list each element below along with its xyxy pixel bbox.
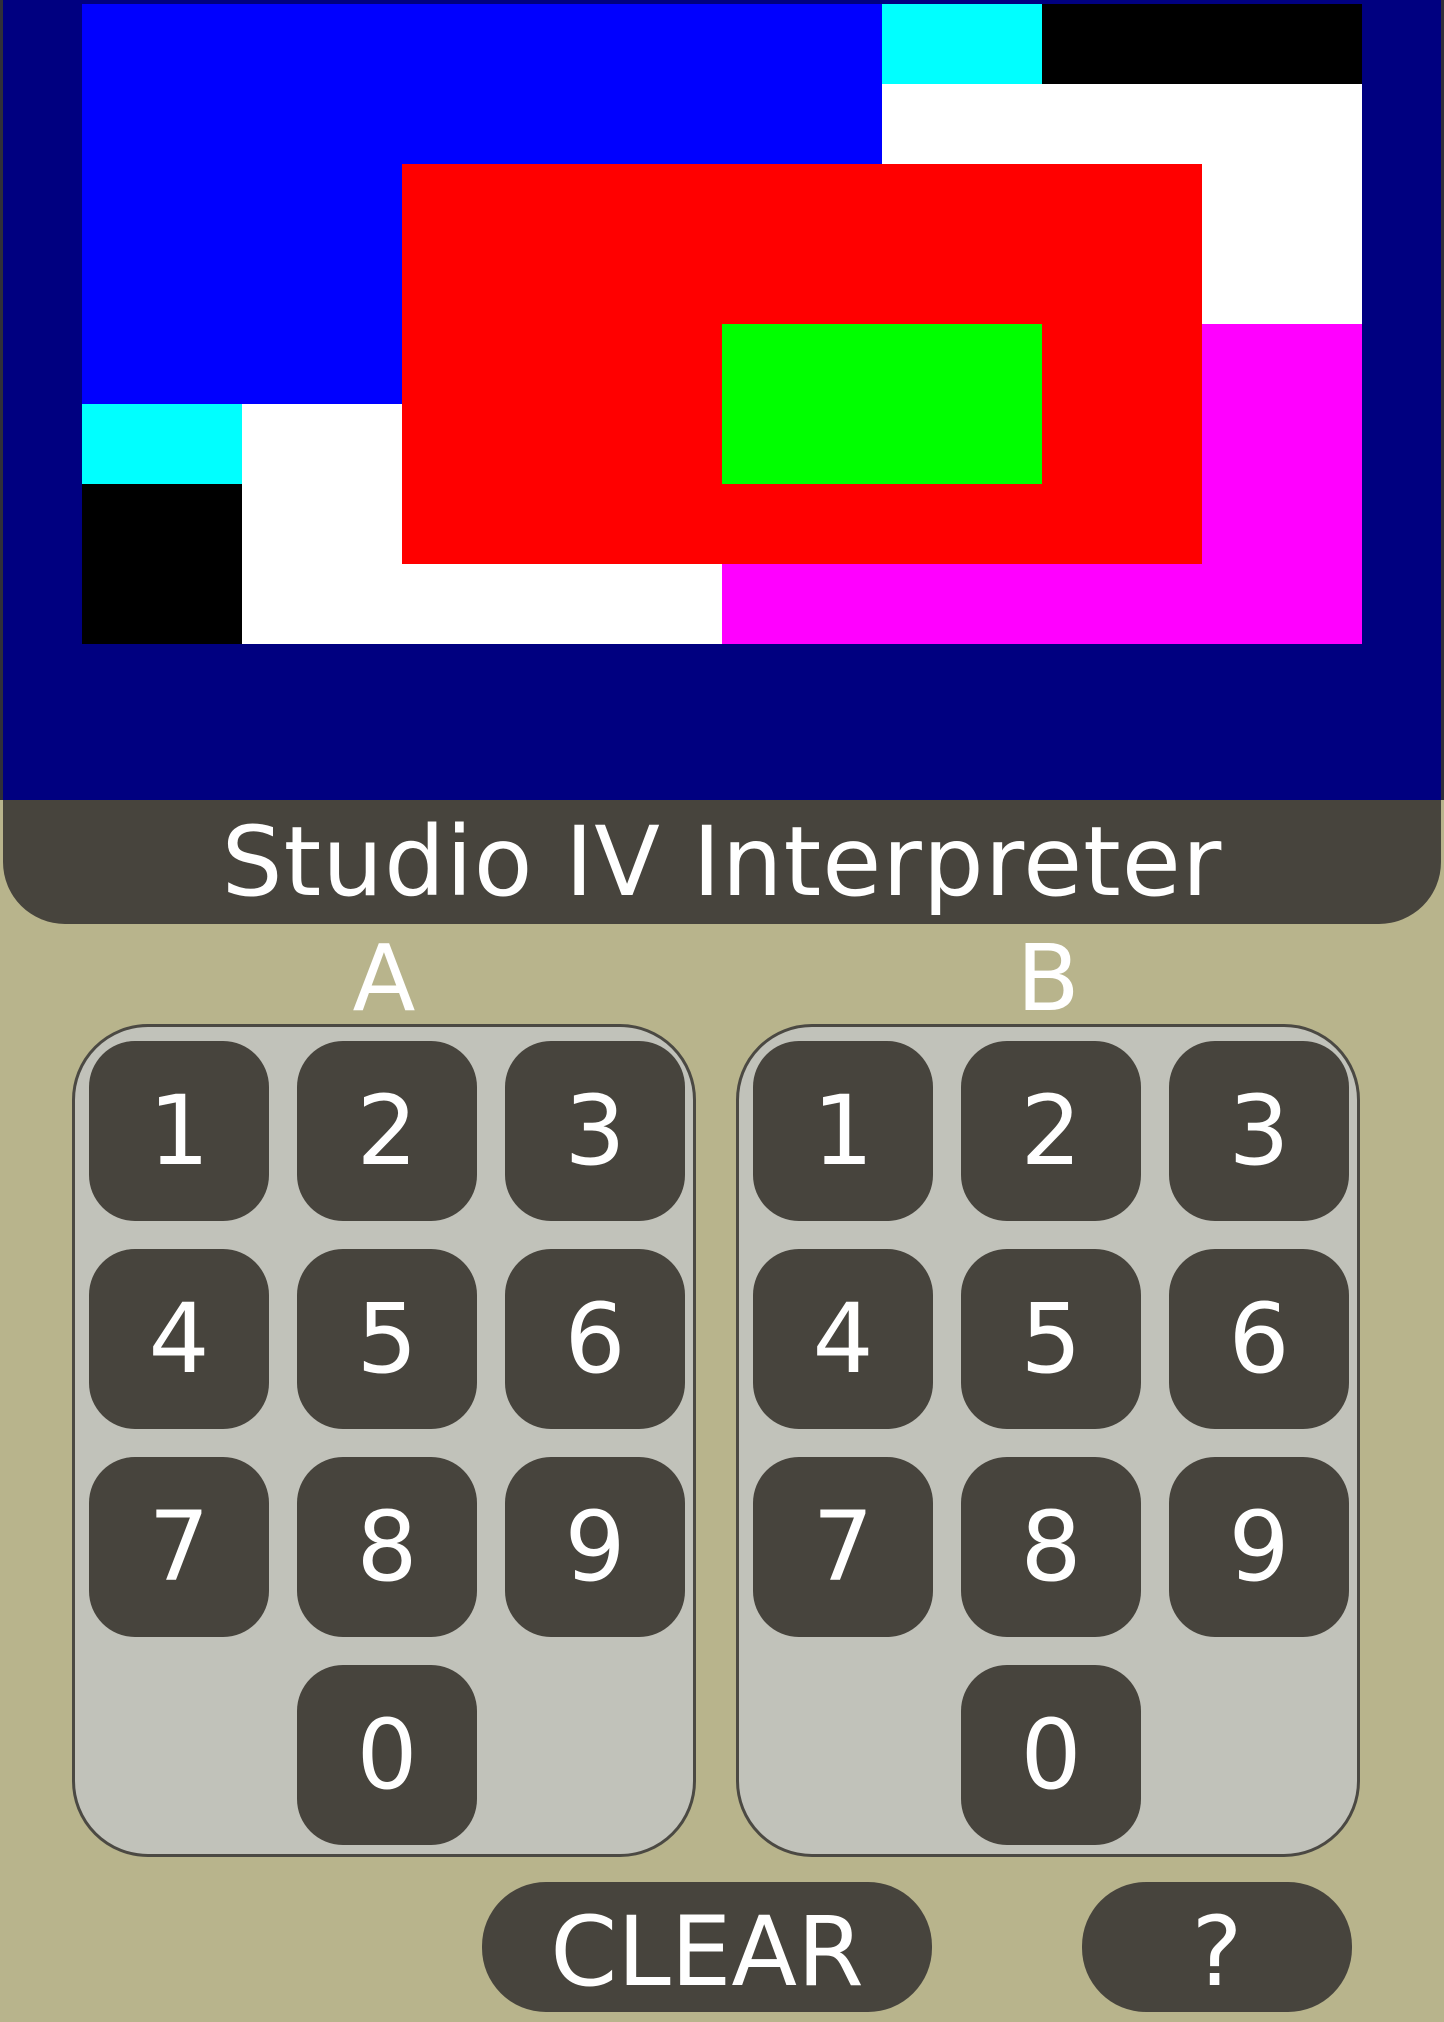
clear-button[interactable]: CLEAR xyxy=(482,1882,932,2012)
keypad-b-key-0[interactable]: 0 xyxy=(961,1665,1141,1845)
keypad-a-key-4[interactable]: 4 xyxy=(89,1249,269,1429)
keypad-b-key-1[interactable]: 1 xyxy=(753,1041,933,1221)
keypad-a-key-0[interactable]: 0 xyxy=(297,1665,477,1845)
keypad-b-key-4[interactable]: 4 xyxy=(753,1249,933,1429)
keypad-b-label: B xyxy=(1016,925,1080,1032)
keypad-a-key-5[interactable]: 5 xyxy=(297,1249,477,1429)
help-button[interactable]: ? xyxy=(1082,1882,1352,2012)
cyan-block-left xyxy=(82,404,242,484)
keypad-b-key-5[interactable]: 5 xyxy=(961,1249,1141,1429)
keypad-a-key-1[interactable]: 1 xyxy=(89,1041,269,1221)
keypad-a: 1 2 3 4 5 6 7 8 9 0 xyxy=(72,1024,696,1857)
display-screen xyxy=(0,0,1444,800)
keypad-a-label: A xyxy=(352,925,416,1032)
keypad-b-key-8[interactable]: 8 xyxy=(961,1457,1141,1637)
keypad-a-key-8[interactable]: 8 xyxy=(297,1457,477,1637)
black-block-left xyxy=(82,484,242,644)
keypad-b: 1 2 3 4 5 6 7 8 9 0 xyxy=(736,1024,1360,1857)
keypad-a-key-2[interactable]: 2 xyxy=(297,1041,477,1221)
green-block xyxy=(722,324,1042,484)
keypad-b-key-6[interactable]: 6 xyxy=(1169,1249,1349,1429)
keypad-b-key-2[interactable]: 2 xyxy=(961,1041,1141,1221)
black-block-top xyxy=(1042,4,1362,84)
keypad-b-key-3[interactable]: 3 xyxy=(1169,1041,1349,1221)
keypad-a-key-3[interactable]: 3 xyxy=(505,1041,685,1221)
keypad-b-key-9[interactable]: 9 xyxy=(1169,1457,1349,1637)
cyan-block-top xyxy=(882,4,1042,84)
keypad-a-key-7[interactable]: 7 xyxy=(89,1457,269,1637)
keypad-a-key-9[interactable]: 9 xyxy=(505,1457,685,1637)
app-title: Studio IV Interpreter xyxy=(3,800,1441,924)
keypad-b-key-7[interactable]: 7 xyxy=(753,1457,933,1637)
keypad-a-key-6[interactable]: 6 xyxy=(505,1249,685,1429)
